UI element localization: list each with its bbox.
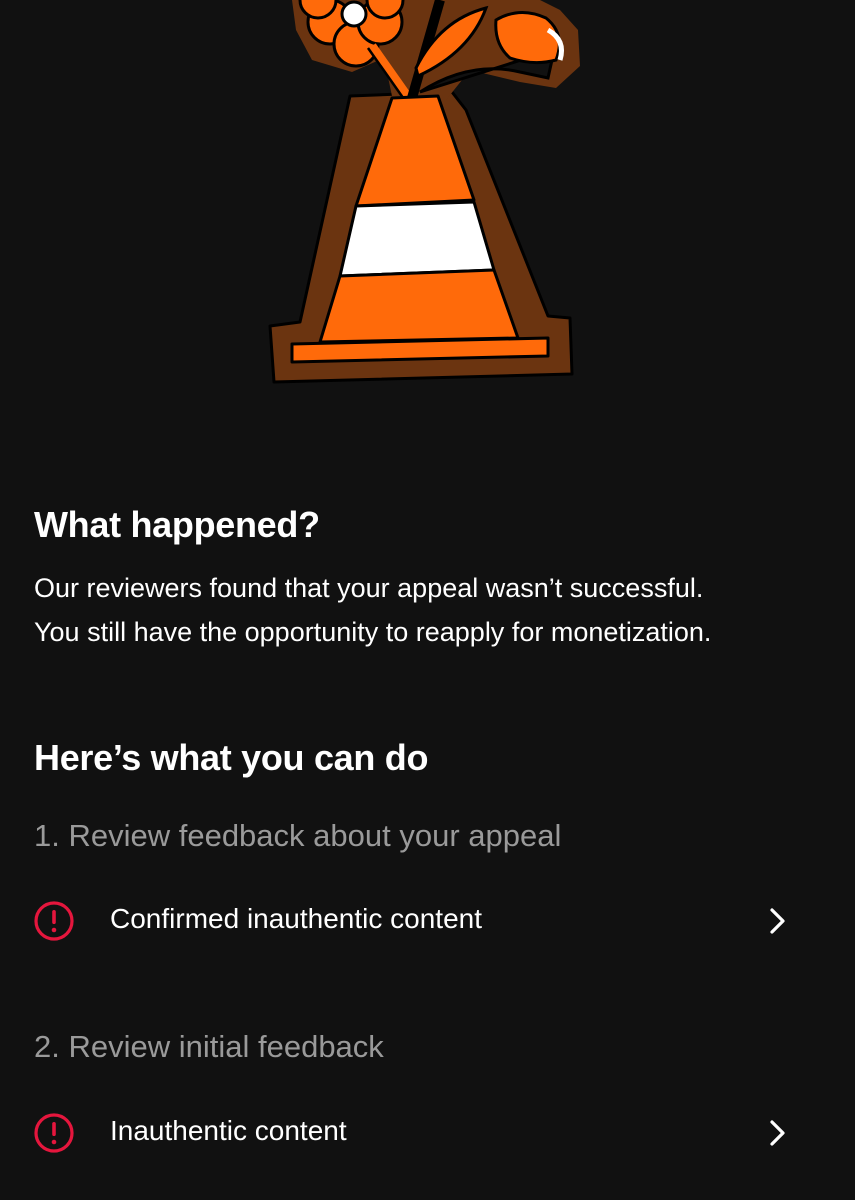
what-happened-body-line-1: Our reviewers found that your appeal was…	[34, 573, 704, 603]
step-2-heading: 2. Review initial feedback	[34, 1029, 384, 1064]
cone-stripe	[338, 200, 496, 278]
what-to-do-title: Here’s what you can do	[34, 737, 429, 778]
what-happened-body-line-2: You still have the opportunity to reappl…	[34, 617, 712, 647]
chevron-right-icon	[770, 1120, 785, 1146]
alert-circle-icon	[34, 1113, 74, 1153]
feedback-item-label: Confirmed inauthentic content	[110, 903, 482, 934]
feedback-item-inauthentic-content[interactable]: Inauthentic content	[0, 1092, 855, 1172]
what-happened-title: What happened?	[34, 504, 320, 545]
cone-bottom	[318, 268, 520, 344]
traffic-cone-illustration	[268, 0, 580, 384]
feedback-item-confirmed-inauthentic-content[interactable]: Confirmed inauthentic content	[0, 880, 855, 960]
alert-circle-icon	[34, 901, 74, 941]
hero-illustration	[0, 0, 855, 400]
chevron-right-icon	[770, 908, 785, 934]
what-happened-body: Our reviewers found that your appeal was…	[34, 566, 824, 654]
feedback-item-label: Inauthentic content	[110, 1115, 347, 1146]
step-1-heading: 1. Review feedback about your appeal	[34, 818, 562, 853]
cone-base	[290, 336, 550, 364]
